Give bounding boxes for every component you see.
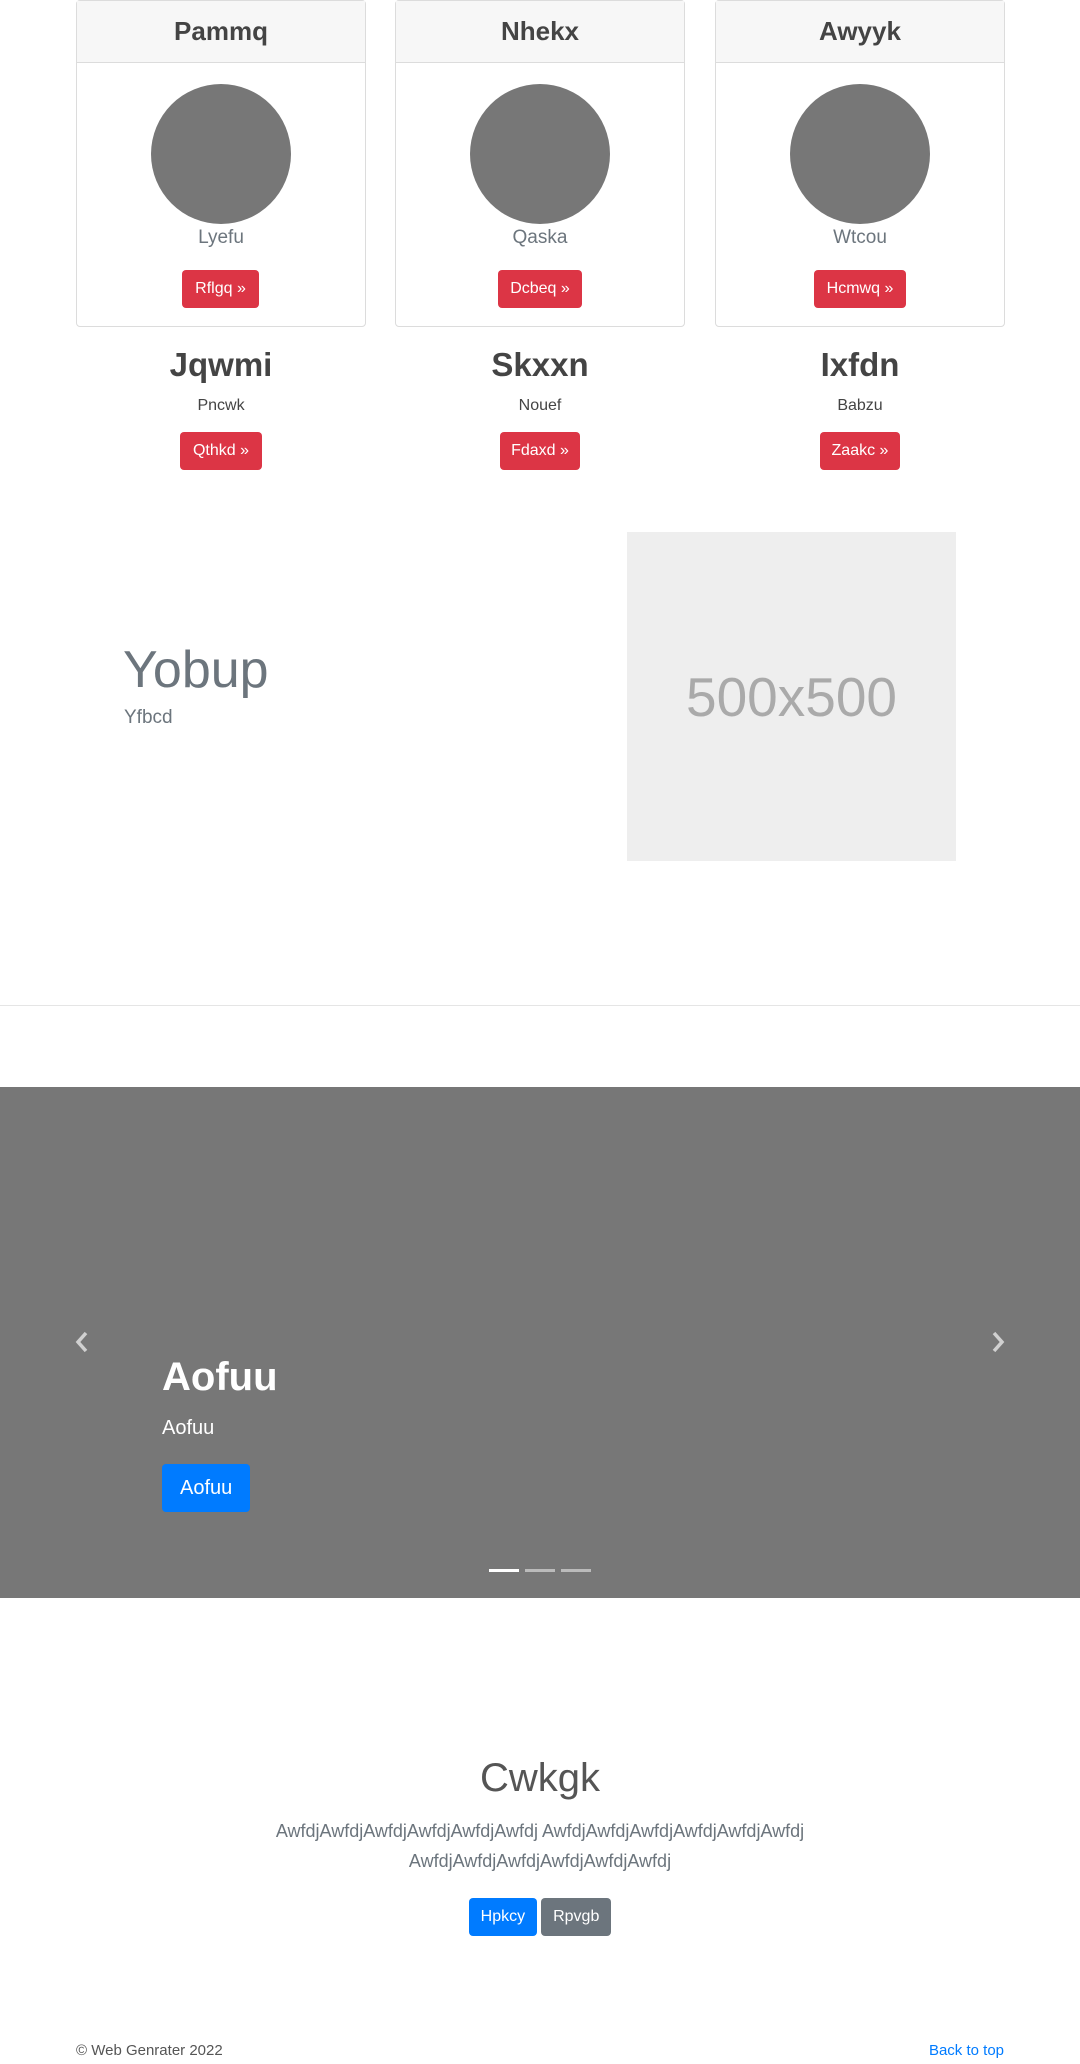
jumbotron-lead: AwfdjAwfdjAwfdjAwfdjAwfdjAwfdj AwfdjAwfd… [275,1821,805,1871]
column-3: Ixfdn Babzu Zaakc » [715,343,1005,470]
card-3: Awyyk Wtcou Hcmwq » [715,0,1005,327]
carousel: Aofuu Aofuu Aofuu [0,1087,1080,1598]
card-header: Nhekx [396,1,684,63]
avatar [790,84,930,224]
jumbotron-buttons: Hpkcy Rpvgb [0,1898,1080,1936]
column-button[interactable]: Zaakc » [820,432,900,470]
column-heading: Skxxn [491,346,589,383]
carousel-indicators [489,1569,591,1572]
chevron-right-icon[interactable] [984,1327,1014,1357]
card-button[interactable]: Rflgq » [182,270,259,308]
placeholder-image: 500x500 [627,532,956,861]
card-button[interactable]: Hcmwq » [814,270,906,308]
card-1: Pammq Lyefu Rflgq » [76,0,366,327]
carousel-indicator[interactable] [561,1569,591,1572]
carousel-indicator[interactable] [525,1569,555,1572]
secondary-button[interactable]: Rpvgb [541,1898,612,1936]
card-header: Awyyk [716,1,1004,63]
feature-title: Yobup [123,641,269,699]
column-button[interactable]: Fdaxd » [500,432,580,470]
back-to-top-link[interactable]: Back to top [929,2042,1004,2059]
column-heading: Jqwmi [169,346,273,383]
carousel-caption-button[interactable]: Aofuu [162,1464,251,1512]
card-text: Lyefu [198,227,244,248]
carousel-caption-subtitle: Aofuu [162,1417,215,1439]
column-2: Skxxn Nouef Fdaxd » [395,343,685,470]
avatar [470,84,610,224]
column-text: Pncwk [197,397,245,414]
card-button[interactable]: Dcbeq » [498,270,582,308]
card-text: Qaska [512,227,568,248]
column-button[interactable]: Qthkd » [180,432,262,470]
primary-button[interactable]: Hpkcy [468,1898,538,1936]
column-heading: Ixfdn [820,346,900,383]
card-2: Nhekx Qaska Dcbeq » [395,0,685,327]
column-text: Babzu [837,397,883,414]
jumbotron-title: Cwkgk [479,1756,601,1800]
chevron-left-icon[interactable] [66,1327,96,1357]
footer-copyright: © Web Genrater 2022 [76,2042,223,2059]
feature-subtitle: Yfbcd [124,707,173,728]
card-header: Pammq [77,1,365,63]
divider [0,1005,1080,1006]
card-text: Wtcou [833,227,887,248]
avatar [151,84,291,224]
carousel-caption-title: Aofuu [162,1355,278,1399]
column-text: Nouef [518,397,562,414]
column-1: Jqwmi Pncwk Qthkd » [76,343,366,470]
carousel-indicator[interactable] [489,1569,519,1572]
